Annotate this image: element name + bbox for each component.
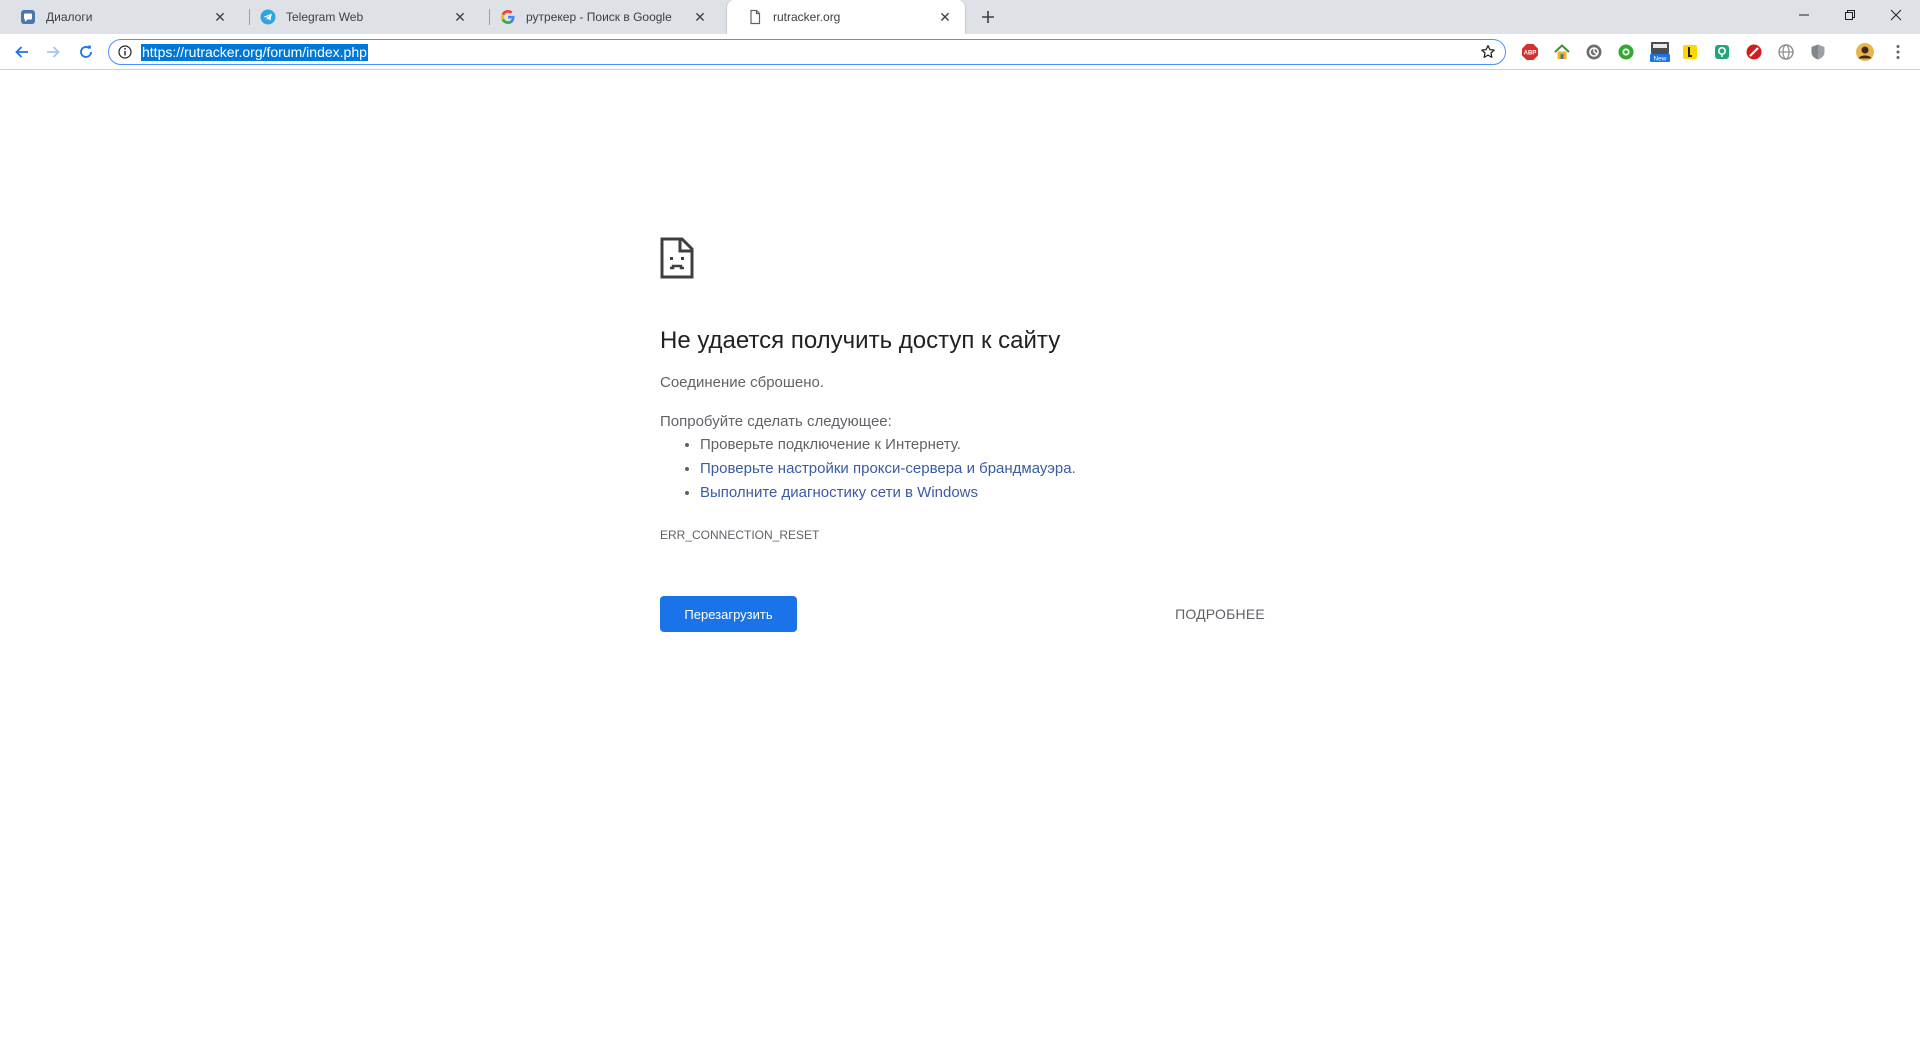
arrow-left-icon — [15, 46, 28, 58]
reload-button[interactable]: Перезагрузить — [660, 596, 797, 632]
vk-chat-icon — [20, 9, 36, 25]
profile-avatar-icon[interactable] — [1855, 43, 1875, 61]
globe-extension-icon[interactable] — [1777, 43, 1795, 61]
tab-title: Диалоги — [46, 10, 93, 24]
tab-title: Telegram Web — [286, 10, 364, 24]
tab-dialogs[interactable]: Диалоги ✕ — [0, 0, 240, 34]
abp-label: ABP — [1524, 50, 1537, 56]
tab-title: рутрекер - Поиск в Google — [526, 10, 672, 24]
url-text[interactable]: https://rutracker.org/forum/index.php — [141, 44, 368, 61]
page-title: Не удается получить доступ к сайту — [660, 327, 1061, 354]
close-icon[interactable]: ✕ — [692, 9, 708, 25]
page-icon — [747, 9, 763, 25]
reload-icon — [80, 45, 92, 58]
google-icon — [500, 9, 516, 25]
tab-title: rutracker.org — [773, 10, 841, 24]
restore-icon — [1845, 10, 1855, 20]
arrow-right-icon — [47, 46, 60, 58]
suggestion-check-internet: Проверьте подключение к Интернету. — [700, 433, 1076, 457]
red-stop-extension-icon[interactable] — [1745, 43, 1763, 61]
new-badge-label: New — [1653, 55, 1666, 62]
suggestions-list: Проверьте подключение к Интернету. Прове… — [660, 433, 1076, 505]
minimize-button[interactable] — [1781, 0, 1827, 30]
restore-button[interactable] — [1827, 0, 1873, 30]
tab-rutracker[interactable]: rutracker.org ✕ — [726, 0, 966, 34]
reload-toolbar-button[interactable] — [74, 40, 98, 64]
close-icon[interactable]: ✕ — [212, 9, 228, 25]
new-badge-extension-icon[interactable]: New — [1649, 42, 1671, 62]
tab-strip: Диалоги ✕ Telegram Web ✕ рутрекер - Поис… — [0, 0, 1920, 34]
bookmark-star-icon[interactable] — [1479, 43, 1497, 61]
plus-icon — [982, 11, 994, 23]
tab-google-search[interactable]: рутрекер - Поиск в Google ✕ — [480, 0, 720, 34]
circle-gray-extension-icon[interactable] — [1585, 43, 1603, 61]
yellow-extension-icon[interactable] — [1681, 43, 1699, 61]
info-icon[interactable] — [117, 44, 133, 60]
forward-button[interactable] — [41, 40, 65, 64]
close-window-icon — [1890, 9, 1902, 21]
sad-page-icon — [660, 237, 694, 279]
suggestion-proxy-firewall: Проверьте настройки прокси-сервера и бра… — [700, 457, 1076, 481]
close-icon[interactable]: ✕ — [452, 9, 468, 25]
tab-telegram-web[interactable]: Telegram Web ✕ — [240, 0, 480, 34]
details-button[interactable]: ПОДРОБНЕЕ — [1165, 598, 1275, 630]
proxy-firewall-link[interactable]: Проверьте настройки прокси-сервера и бра… — [700, 460, 1076, 477]
address-bar[interactable]: https://rutracker.org/forum/index.php — [108, 39, 1506, 65]
new-tab-button[interactable] — [976, 5, 1000, 29]
shield-extension-icon[interactable] — [1809, 43, 1827, 61]
browser-toolbar: https://rutracker.org/forum/index.php AB… — [0, 34, 1920, 70]
close-window-button[interactable] — [1873, 0, 1919, 30]
network-diagnostics-link[interactable]: Выполните диагностику сети в Windows — [700, 484, 978, 501]
error-subtitle: Соединение сброшено. — [660, 374, 825, 391]
teal-extension-icon[interactable] — [1713, 43, 1731, 61]
error-page: Не удается получить доступ к сайту Соеди… — [0, 71, 1920, 1040]
circle-green-extension-icon[interactable] — [1617, 43, 1635, 61]
adblock-plus-icon[interactable]: ABP — [1521, 43, 1539, 61]
suggestions-heading: Попробуйте сделать следующее: — [660, 413, 892, 430]
back-button[interactable] — [10, 40, 34, 64]
close-icon[interactable]: ✕ — [937, 9, 953, 25]
menu-kebab-icon[interactable] — [1889, 43, 1907, 61]
minimize-icon — [1799, 14, 1809, 16]
suggestion-network-diagnostics: Выполните диагностику сети в Windows — [700, 481, 1076, 505]
error-code: ERR_CONNECTION_RESET — [660, 528, 820, 542]
home-extension-icon[interactable] — [1553, 43, 1571, 61]
telegram-icon — [260, 9, 276, 25]
